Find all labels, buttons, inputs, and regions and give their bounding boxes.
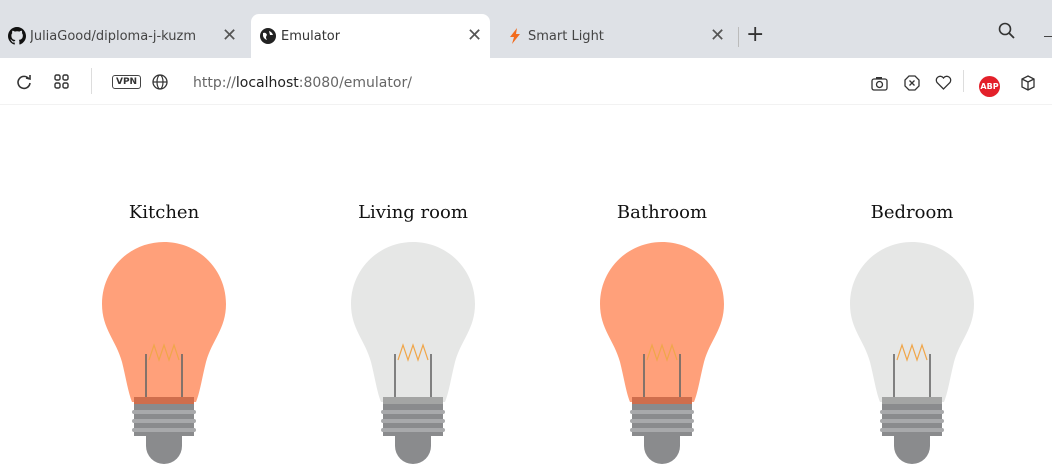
room-label: Living room — [358, 202, 468, 223]
room-label: Bathroom — [616, 202, 708, 223]
room-label: Bedroom — [870, 202, 954, 223]
room-bedroom: Bedroom — [812, 0, 1012, 464]
extensions-cube-icon[interactable] — [1020, 75, 1036, 91]
room-kitchen: Kitchen — [64, 0, 264, 464]
minimize-icon[interactable] — [1044, 36, 1052, 37]
light-bulb-off-icon[interactable] — [351, 242, 475, 464]
reload-icon[interactable] — [15, 73, 33, 91]
room-bathroom: Bathroom — [562, 0, 762, 464]
room-label: Kitchen — [128, 202, 200, 223]
light-bulb-off-icon[interactable] — [850, 242, 974, 464]
github-icon — [8, 27, 26, 45]
room-living-room: Living room — [313, 0, 513, 464]
light-bulb-on-icon[interactable] — [600, 242, 724, 464]
light-bulb-on-icon[interactable] — [102, 242, 226, 464]
